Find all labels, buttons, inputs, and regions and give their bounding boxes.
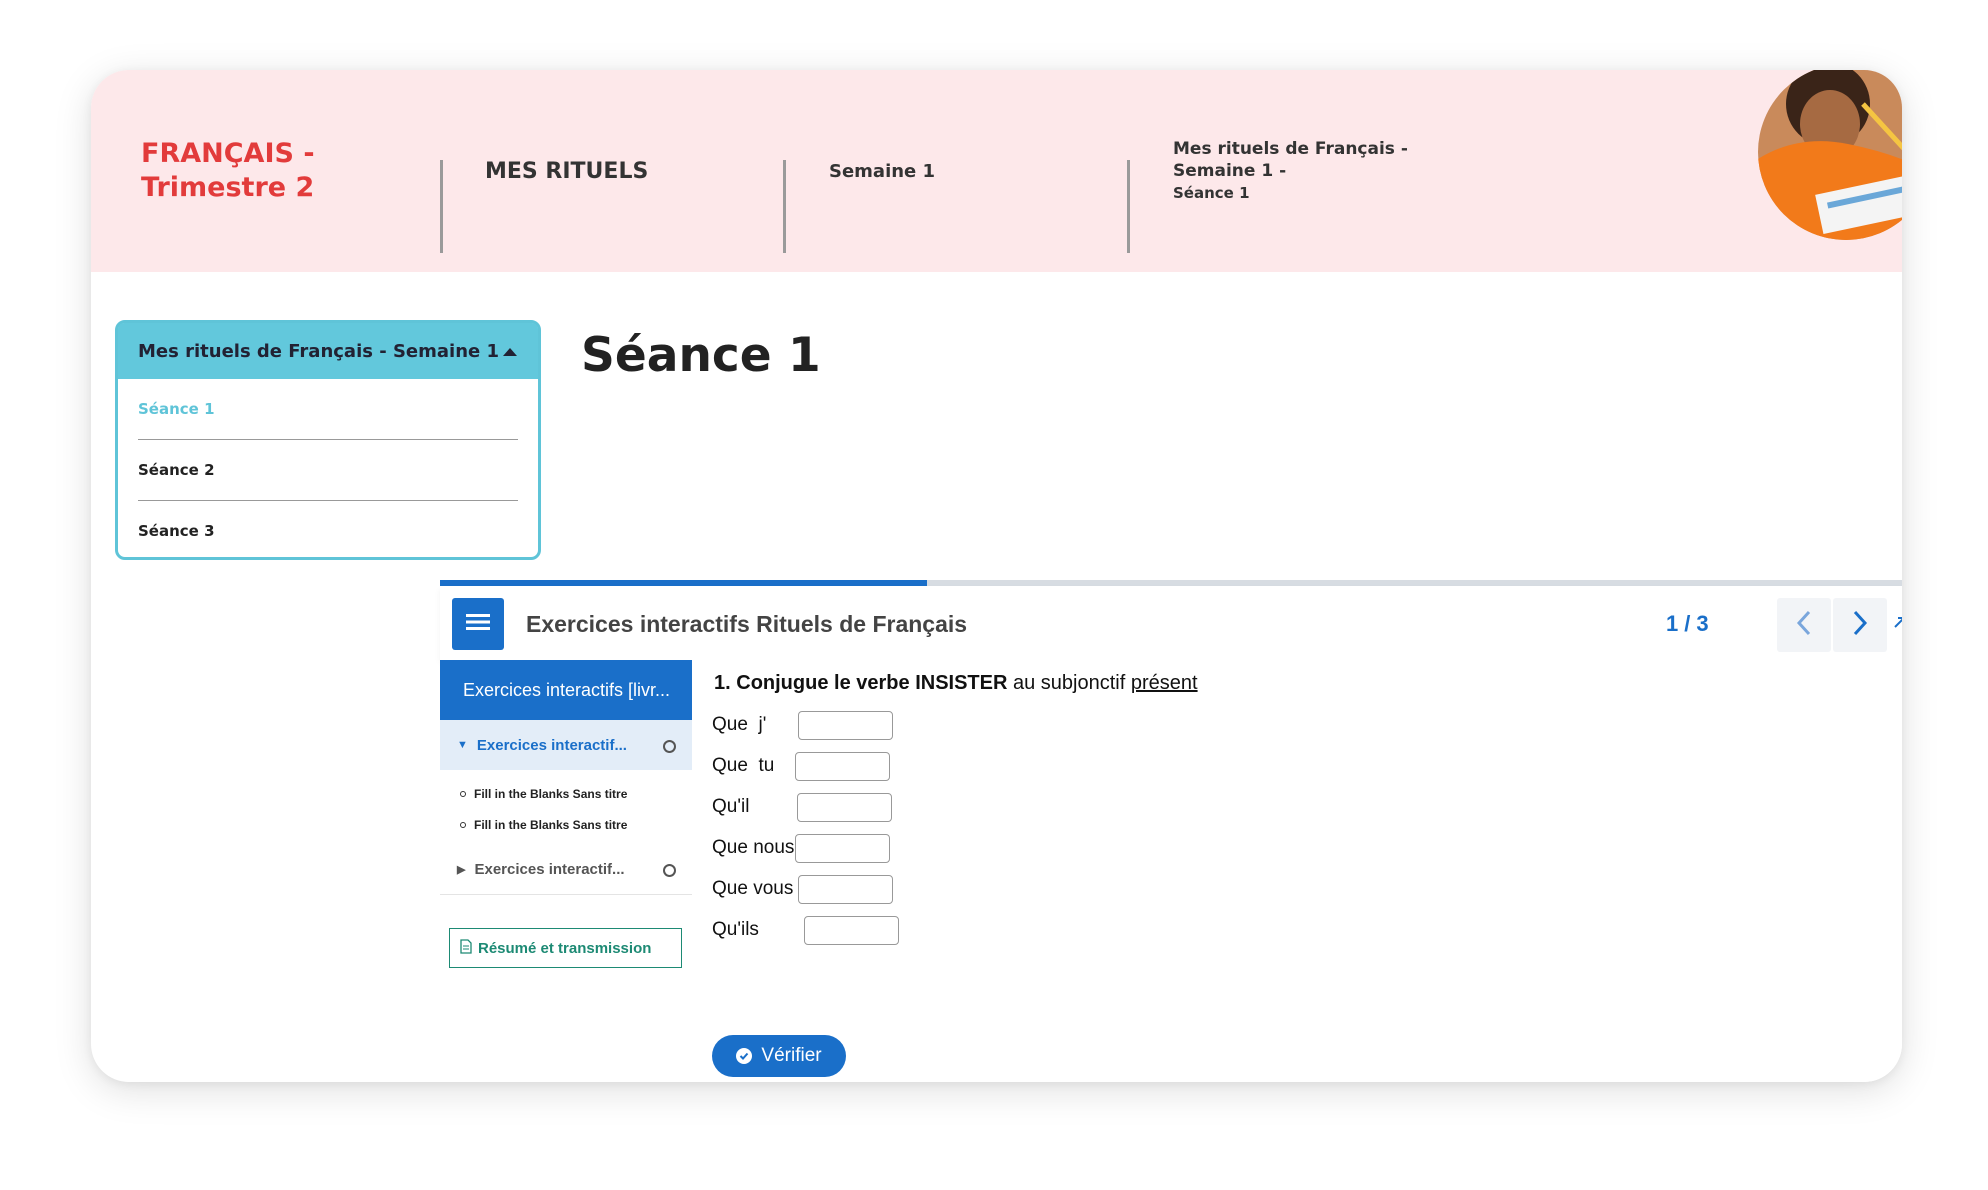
lesson-line-1: Mes rituels de Français - bbox=[1173, 139, 1408, 159]
page-title: Séance 1 bbox=[581, 328, 821, 383]
subject-line-1: FRANÇAIS - bbox=[141, 138, 315, 169]
answer-input-je[interactable] bbox=[798, 710, 893, 740]
exercise-widget: Exercices interactifs Rituels de Françai… bbox=[440, 580, 1902, 1082]
answer-input-ils[interactable] bbox=[804, 915, 899, 945]
verify-button-label: Vérifier bbox=[761, 1045, 822, 1066]
breadcrumb-week[interactable]: Semaine 1 bbox=[829, 70, 935, 272]
chevron-right-icon bbox=[1852, 610, 1868, 641]
breadcrumb-section[interactable]: MES RITUELS bbox=[485, 70, 648, 272]
exercise-content: 1. Conjugue le verbe INSISTER au subjonc… bbox=[692, 660, 1902, 1082]
accordion-item-seance-3[interactable]: Séance 3 bbox=[138, 501, 518, 561]
conjugation-row: Qu'ils bbox=[712, 913, 899, 947]
sidebar-subitem-2[interactable]: Fill in the Blanks Sans titre bbox=[440, 809, 692, 840]
sidebar-group-1[interactable]: ▼ Exercices interactif... bbox=[440, 720, 692, 770]
next-button[interactable] bbox=[1833, 598, 1887, 652]
page-total: 3 bbox=[1696, 611, 1709, 636]
question-prefix: Conjugue le verbe bbox=[736, 672, 910, 694]
resume-button[interactable]: Résumé et transmission bbox=[449, 928, 682, 968]
widget-title: Exercices interactifs Rituels de Françai… bbox=[526, 610, 968, 637]
breadcrumb-header: FRANÇAIS - Trimestre 2 MES RITUELS Semai… bbox=[91, 70, 1902, 272]
document-icon bbox=[460, 938, 472, 958]
sidebar-subitem-label: Fill in the Blanks Sans titre bbox=[474, 786, 628, 801]
hamburger-icon bbox=[466, 613, 490, 636]
pronoun-label: Que nous bbox=[712, 837, 795, 858]
answer-input-nous[interactable] bbox=[795, 833, 890, 863]
check-circle-icon bbox=[736, 1048, 753, 1064]
page-counter: 1 / 3 bbox=[1666, 586, 1709, 662]
answer-input-tu[interactable] bbox=[795, 751, 890, 781]
conjugation-row: Que nous bbox=[712, 831, 890, 865]
caret-right-icon: ▶ bbox=[457, 863, 466, 876]
pronoun-label: Qu'ils bbox=[712, 919, 759, 940]
pronoun-label: Que j' bbox=[712, 714, 767, 735]
sidebar-subitem-label: Fill in the Blanks Sans titre bbox=[474, 817, 628, 832]
chevron-up-icon bbox=[502, 341, 518, 362]
widget-toolbar: Exercices interactifs Rituels de Françai… bbox=[440, 586, 1902, 660]
accordion-header[interactable]: Mes rituels de Français - Semaine 1 bbox=[118, 323, 538, 379]
page-separator: / bbox=[1684, 611, 1691, 636]
sidebar-subitem-1[interactable]: Fill in the Blanks Sans titre bbox=[440, 778, 692, 809]
breadcrumb-separator bbox=[440, 160, 443, 253]
breadcrumb-subject[interactable]: FRANÇAIS - Trimestre 2 bbox=[141, 70, 391, 272]
breadcrumb-separator bbox=[1127, 160, 1130, 253]
conjugation-row: Que tu bbox=[712, 749, 890, 783]
question-text: 1. Conjugue le verbe INSISTER au subjonc… bbox=[714, 672, 1198, 695]
lesson-line-3: Séance 1 bbox=[1173, 184, 1250, 202]
menu-button[interactable] bbox=[452, 598, 504, 650]
question-number: 1. bbox=[714, 672, 731, 694]
caret-down-icon: ▼ bbox=[457, 739, 468, 751]
breadcrumb-lesson[interactable]: Mes rituels de Français - Semaine 1 - Sé… bbox=[1173, 70, 1453, 272]
previous-button[interactable] bbox=[1777, 598, 1831, 652]
conjugation-row: Que vous bbox=[712, 872, 893, 906]
sidebar-group-1-label: Exercices interactif... bbox=[476, 736, 627, 754]
exercise-sidebar: Exercices interactifs [livr... ▼ Exercic… bbox=[440, 660, 692, 1082]
page-current: 1 bbox=[1666, 611, 1679, 636]
status-circle-icon bbox=[663, 864, 676, 877]
answer-input-vous[interactable] bbox=[798, 874, 893, 904]
accordion-title: Mes rituels de Français - Semaine 1 bbox=[138, 340, 500, 362]
question-middle: au subjonctif bbox=[1013, 672, 1126, 694]
main-card: FRANÇAIS - Trimestre 2 MES RITUELS Semai… bbox=[91, 70, 1902, 1082]
chevron-left-icon bbox=[1796, 610, 1812, 641]
sidebar-header[interactable]: Exercices interactifs [livr... bbox=[440, 660, 692, 720]
pronoun-label: Que vous bbox=[712, 878, 794, 899]
accordion-item-seance-2[interactable]: Séance 2 bbox=[138, 440, 518, 501]
sidebar-group-2-label: Exercices interactif... bbox=[474, 860, 625, 878]
pronoun-label: Qu'il bbox=[712, 796, 750, 817]
question-verb: INSISTER bbox=[915, 672, 1008, 694]
resume-button-label: Résumé et transmission bbox=[478, 939, 652, 957]
bullet-icon bbox=[460, 821, 466, 828]
lesson-line-2: Semaine 1 - bbox=[1173, 161, 1287, 181]
conjugation-row: Qu'il bbox=[712, 790, 892, 824]
sidebar-group-2[interactable]: ▶ Exercices interactif... bbox=[440, 844, 692, 895]
verify-button[interactable]: Vérifier bbox=[712, 1035, 846, 1077]
status-circle-icon bbox=[663, 740, 676, 753]
seance-accordion: Mes rituels de Français - Semaine 1 Séan… bbox=[115, 320, 541, 560]
question-tense: présent bbox=[1130, 672, 1198, 694]
expand-icon bbox=[1893, 613, 1902, 638]
conjugation-row: Que j' bbox=[712, 708, 893, 742]
bullet-icon bbox=[460, 790, 466, 797]
fullscreen-button[interactable] bbox=[1889, 598, 1902, 652]
accordion-item-seance-1[interactable]: Séance 1 bbox=[138, 379, 518, 440]
student-photo bbox=[1758, 70, 1902, 240]
answer-input-il[interactable] bbox=[797, 792, 892, 822]
subject-line-2: Trimestre 2 bbox=[141, 172, 315, 203]
pronoun-label: Que tu bbox=[712, 755, 775, 776]
breadcrumb-separator bbox=[783, 160, 786, 253]
